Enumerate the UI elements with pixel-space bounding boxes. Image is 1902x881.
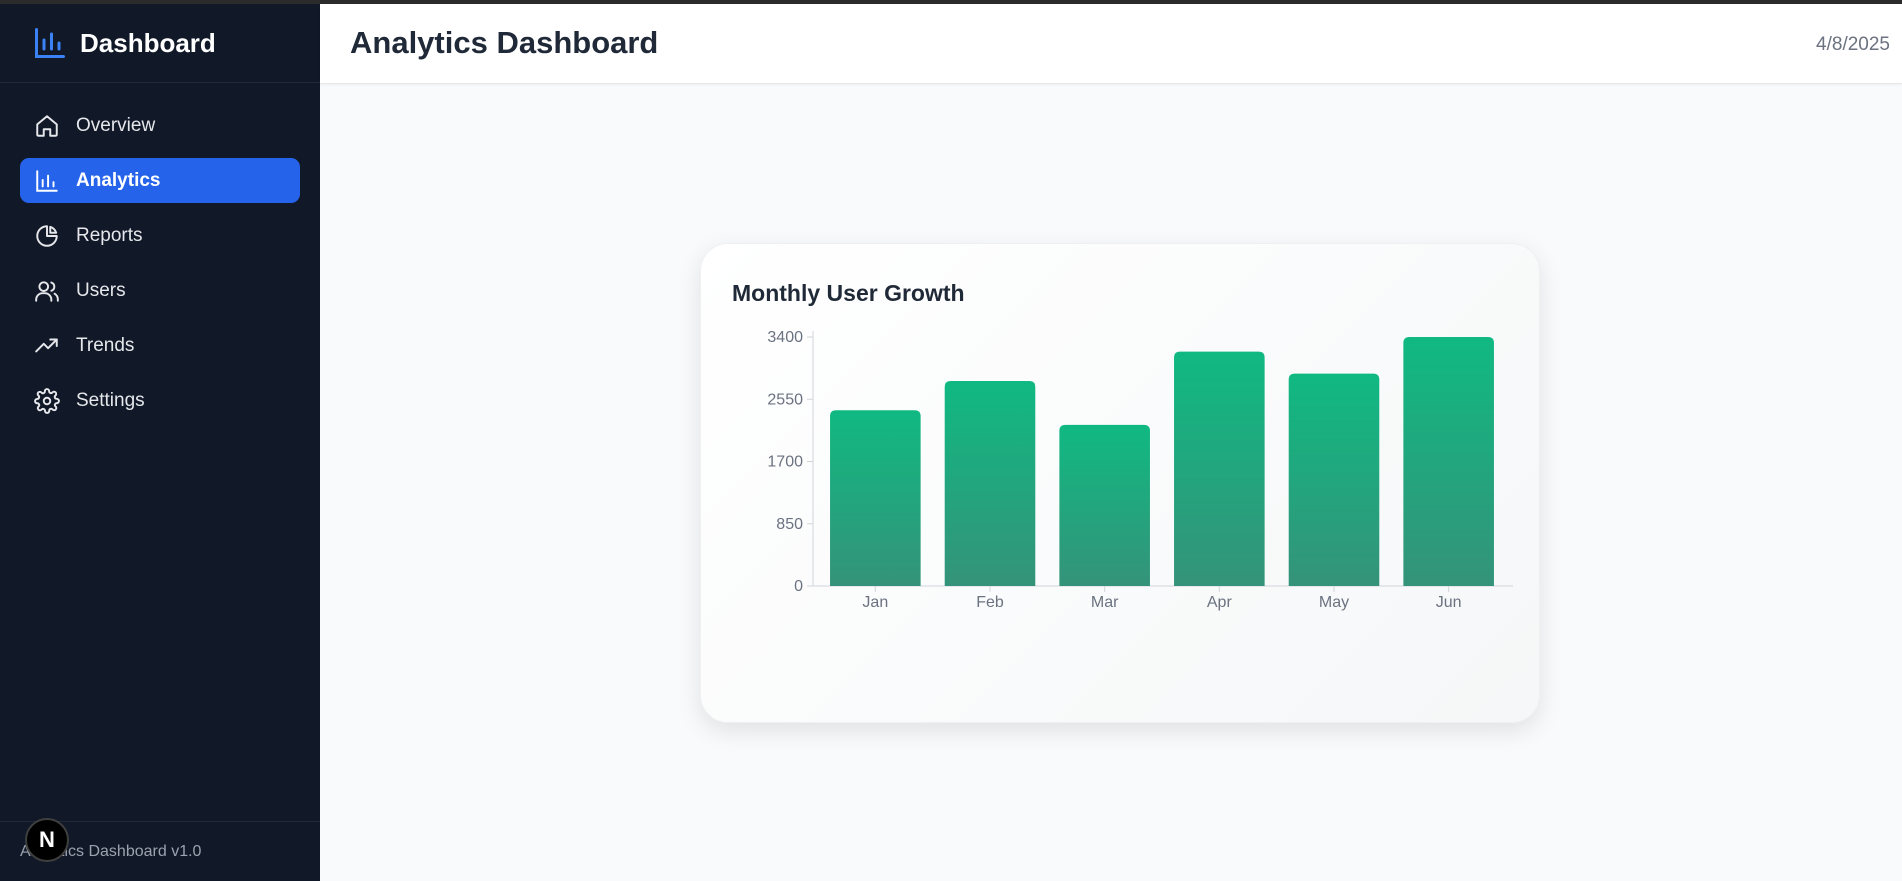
bar-chart: 0 850 1700 2550 3400 Jan Feb Mar Apr May Jun: [767, 329, 1513, 611]
sidebar-item-users[interactable]: Users: [20, 268, 300, 313]
y-tick-label: 2550: [767, 391, 803, 408]
bar-jun: [1403, 337, 1494, 586]
sidebar-item-label: Reports: [76, 224, 143, 246]
sidebar-item-label: Overview: [76, 114, 156, 136]
sidebar-item-settings[interactable]: Settings: [20, 378, 300, 423]
sidebar-item-reports[interactable]: Reports: [20, 213, 300, 258]
gear-icon: [34, 387, 60, 414]
bar-feb: [944, 380, 1036, 586]
sidebar-item-label: Trends: [76, 334, 135, 356]
bar-jan: [830, 410, 921, 586]
x-tick-label: Jun: [1436, 594, 1462, 611]
window-top-border: [0, 0, 1902, 4]
y-tick-label: 1700: [767, 454, 803, 471]
top-header: Analytics Dashboard 4/8/2025: [320, 4, 1902, 84]
bar-chart-icon: [35, 28, 65, 58]
sidebar-item-label: Settings: [76, 389, 145, 411]
bar-mar: [1059, 424, 1150, 586]
x-tick-label: Mar: [1091, 594, 1119, 611]
home-icon: [36, 114, 58, 137]
y-tick-label: 3400: [767, 329, 803, 346]
y-tick-label: 850: [776, 516, 803, 533]
x-tick-label: Jan: [862, 594, 888, 611]
chart-card: Monthly User Growth 0 850 1700 2550 3400 Jan F…: [700, 243, 1540, 723]
bar-apr: [1174, 351, 1265, 586]
x-tick-label: Apr: [1207, 594, 1233, 611]
pie-chart-icon: [36, 224, 58, 247]
brand[interactable]: Dashboard: [0, 4, 320, 83]
sidebar-item-overview[interactable]: Overview: [20, 103, 300, 148]
sidebar-item-trends[interactable]: Trends: [20, 323, 300, 368]
bar-may: [1288, 373, 1380, 586]
sidebar-nav: Overview Analytics Reports Users Trends: [0, 83, 320, 423]
trending-up-icon: [35, 338, 58, 352]
users-icon: [35, 280, 59, 302]
next-dev-badge[interactable]: N: [25, 818, 69, 862]
x-tick-label: May: [1319, 594, 1349, 611]
badge-letter: N: [39, 827, 55, 852]
current-date: 4/8/2025: [1816, 34, 1890, 55]
page-title: Analytics Dashboard: [350, 25, 659, 60]
sidebar-item-label: Users: [76, 279, 126, 301]
sidebar-item-label: Analytics: [76, 169, 161, 191]
y-tick-label: 0: [794, 578, 803, 595]
bar-chart-icon: [36, 169, 58, 192]
sidebar-item-analytics[interactable]: Analytics: [20, 158, 300, 203]
sidebar: Dashboard Overview Analytics Reports Use…: [0, 4, 320, 881]
brand-label: Dashboard: [80, 27, 216, 58]
x-tick-label: Feb: [976, 594, 1004, 611]
